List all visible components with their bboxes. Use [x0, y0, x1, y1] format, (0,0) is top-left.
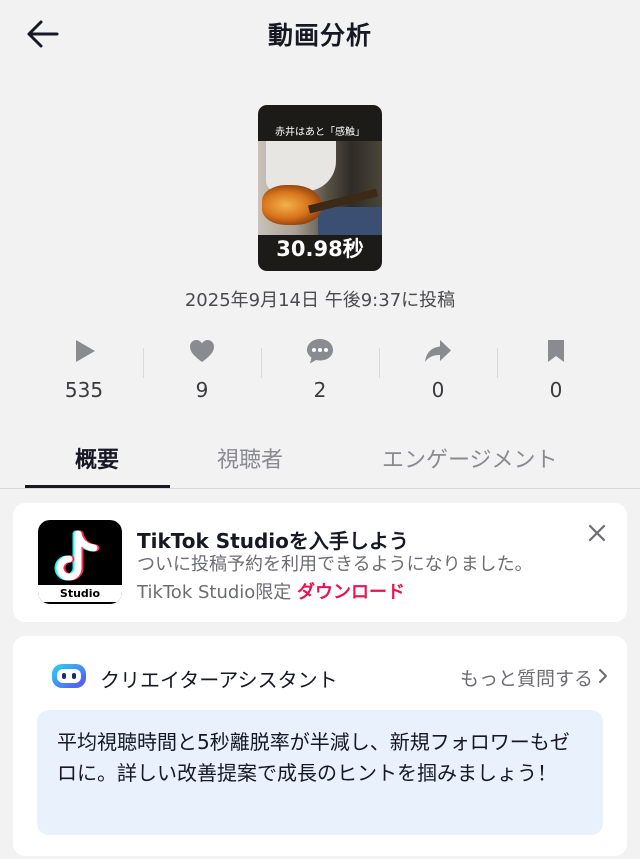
tiktok-studio-app-icon: Studio [38, 520, 122, 604]
header: 動画分析 [0, 0, 640, 70]
app-icon-label: Studio [38, 585, 122, 602]
tab-engagement[interactable]: エンゲージメント [382, 442, 558, 474]
active-tab-indicator [25, 485, 170, 488]
tiktok-logo-icon [54, 530, 100, 581]
thumbnail-image [258, 141, 382, 235]
creator-assistant-card: クリエイターアシスタント もっと質問する 平均視聴時間と5秒離脱率が半減し、新規… [13, 636, 627, 856]
stat-saves: 0 [497, 336, 615, 416]
stat-views: 535 [25, 336, 143, 416]
stat-shares: 0 [379, 336, 497, 416]
stat-value: 0 [549, 378, 563, 402]
share-icon [425, 340, 451, 362]
tab-bar: 概要 視聴者 エンゲージメント [0, 436, 640, 489]
stat-value: 2 [313, 378, 327, 402]
close-icon [588, 524, 606, 542]
video-duration: 30.98秒 [276, 237, 364, 261]
close-button[interactable] [585, 521, 609, 545]
studio-promo-card: Studio TikTok Studioを入手しよう ついに投稿予約を利用できる… [13, 503, 627, 622]
bookmark-icon [548, 340, 564, 362]
assistant-bot-icon [52, 664, 86, 688]
play-icon [76, 340, 95, 362]
thumbnail-caption: 赤井はあと「感触」 [275, 127, 365, 138]
stat-value: 0 [431, 378, 445, 402]
video-thumbnail[interactable]: 赤井はあと「感触」 30.98秒 [258, 105, 382, 271]
promo-title: TikTok Studioを入手しよう [137, 529, 409, 553]
assistant-message-bubble[interactable]: 平均視聴時間と5秒離脱率が半減し、新規フォロワーもゼロに。詳しい改善提案で成長の… [37, 710, 603, 835]
stat-comments: 2 [261, 336, 379, 416]
posted-date: 2025年9月14日 午後9:37に投稿 [184, 290, 456, 311]
download-link[interactable]: ダウンロード [297, 582, 405, 603]
stat-likes: 9 [143, 336, 261, 416]
promo-text: ついに投稿予約を利用できるようになりました。TikTok Studio限定 ダウ… [137, 551, 557, 607]
chevron-right-icon[interactable] [597, 667, 609, 685]
tab-overview[interactable]: 概要 [75, 442, 119, 474]
comment-icon [307, 339, 333, 364]
assistant-message: 平均視聴時間と5秒離脱率が半減し、新規フォロワーもゼロに。詳しい改善提案で成長の… [57, 730, 570, 785]
stat-value: 9 [195, 378, 209, 402]
heart-icon [190, 340, 214, 362]
assistant-title: クリエイターアシスタント [100, 668, 338, 692]
ask-more-link[interactable]: もっと質問する [460, 664, 593, 691]
stats-row: 535 9 2 0 0 [25, 336, 615, 416]
tab-audience[interactable]: 視聴者 [217, 442, 283, 474]
page-title: 動画分析 [267, 21, 372, 50]
stat-value: 535 [64, 378, 104, 402]
